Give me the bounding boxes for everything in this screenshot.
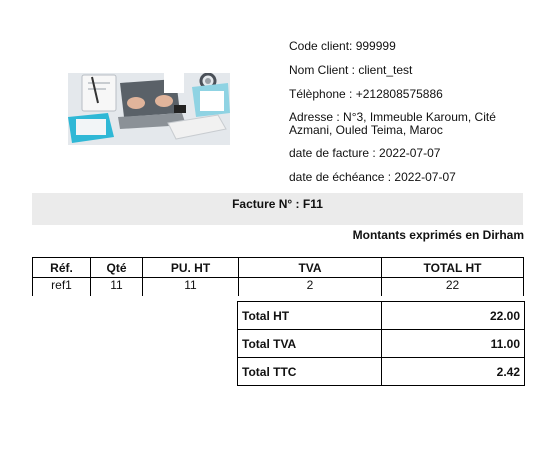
cell-total-ht: 22 [381,277,524,296]
col-header-unit-price: PU. HT [142,257,239,278]
invoice-date: date de facture : 2022-07-07 [289,146,441,160]
cell-vat: 2 [238,277,382,296]
totals-row: Total TVA 11.00 [237,329,525,358]
col-header-vat: TVA [238,257,382,278]
client-address: Adresse : N°3, Immeuble Karoum, Cité Azm… [289,110,496,137]
invoice-number: Facture N° : F11 [232,197,323,211]
total-ttc-label: Total TTC [237,357,382,386]
currency-note: Montants exprimés en Dirham [352,228,524,242]
invoice-number-bar: Facture N° : F11 [32,193,523,225]
total-ht-label: Total HT [237,301,382,330]
client-name: Nom Client : client_test [289,63,413,77]
col-header-ref: Réf. [32,257,91,278]
table-row: ref1 11 11 2 22 [32,277,524,296]
total-ttc-value: 2.42 [381,357,525,386]
company-logo [68,73,230,145]
col-header-qty: Qté [90,257,143,278]
cell-qty: 11 [90,277,143,296]
client-code: Code client: 999999 [289,39,396,53]
totals-table: Total HT 22.00 Total TVA 11.00 Total TTC… [237,301,525,386]
total-tva-value: 11.00 [381,329,525,358]
due-date: date de échéance : 2022-07-07 [289,170,456,184]
cell-unit-price: 11 [142,277,239,296]
total-ht-value: 22.00 [381,301,525,330]
cell-ref: ref1 [32,277,91,296]
client-phone: Télèphone : +212808575886 [289,87,443,101]
totals-row: Total TTC 2.42 [237,357,525,386]
items-header-row: Réf. Qté PU. HT TVA TOTAL HT [32,257,524,278]
total-tva-label: Total TVA [237,329,382,358]
totals-row: Total HT 22.00 [237,301,525,330]
items-table: Réf. Qté PU. HT TVA TOTAL HT ref1 11 11 … [32,257,524,296]
col-header-total-ht: TOTAL HT [381,257,524,278]
